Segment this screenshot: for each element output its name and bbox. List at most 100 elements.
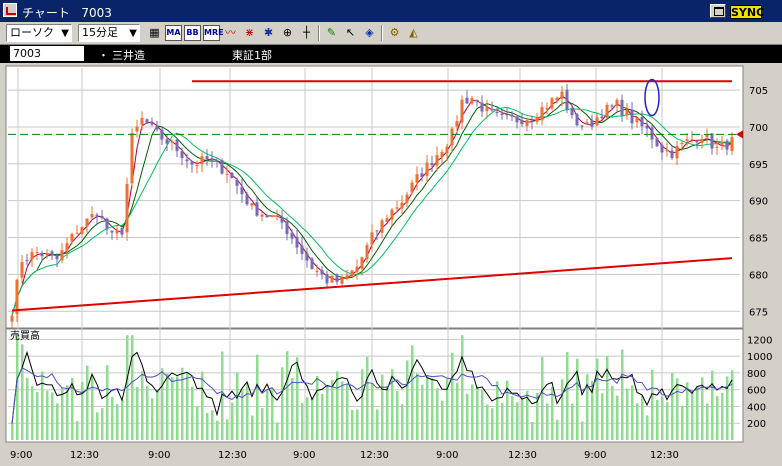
candle-body xyxy=(530,120,534,122)
candle-body xyxy=(415,174,419,183)
volume-bar xyxy=(491,408,494,440)
volume-bar xyxy=(671,373,674,440)
volume-tick-label: 200 xyxy=(747,419,766,430)
candle-body xyxy=(600,116,604,119)
volume-bar xyxy=(396,391,399,440)
candle-body xyxy=(470,97,474,104)
toolbar-separator xyxy=(318,25,320,41)
volume-bar xyxy=(46,390,49,440)
candle-body xyxy=(310,258,314,270)
volume-bar xyxy=(601,393,604,440)
candle-body xyxy=(130,133,134,184)
candle-body xyxy=(345,275,349,280)
triangle-tool-icon[interactable]: ◭ xyxy=(405,25,422,41)
cross-chart-icon[interactable]: ⋇ xyxy=(241,25,258,41)
x-tick-label: 12:30 xyxy=(70,450,99,461)
stock-name: 三井造 xyxy=(112,49,145,62)
candle-body xyxy=(610,105,614,107)
gear-icon[interactable]: ⚙ xyxy=(386,25,403,41)
volume-bar xyxy=(11,423,14,440)
candle-body xyxy=(170,141,174,143)
volume-bar xyxy=(546,403,549,440)
volume-bar xyxy=(696,386,699,440)
interval-value: 15分足 xyxy=(82,26,118,39)
volume-bar xyxy=(86,365,89,440)
candle-body xyxy=(685,139,689,141)
volume-bar xyxy=(316,375,319,440)
volume-bar xyxy=(291,377,294,440)
candle-body xyxy=(25,260,29,262)
volume-bar xyxy=(31,386,34,440)
volume-tick-label: 600 xyxy=(747,386,766,397)
line-chart-icon[interactable]: 〰 xyxy=(222,25,239,41)
candle-body xyxy=(435,155,439,166)
bb-indicator-button[interactable]: BB xyxy=(184,25,201,41)
x-tick-label: 9:00 xyxy=(10,450,32,461)
candle-body xyxy=(660,144,664,153)
volume-bar xyxy=(156,391,159,440)
volume-bar xyxy=(111,396,114,440)
candle-body xyxy=(35,251,39,253)
volume-bar xyxy=(606,356,609,440)
volume-bar xyxy=(376,409,379,440)
volume-bar xyxy=(61,387,64,440)
candle-body xyxy=(85,218,89,227)
ma-indicator-button[interactable]: MA xyxy=(165,25,182,41)
toolbar: ローソク ▼ 15分足 ▼ ▦ MA BB MRE 〰 ⋇ ✱ ⊕ ┼ ✎ ↖ ◈ ⚙ ◭ xyxy=(0,22,782,45)
candle-body xyxy=(215,160,219,162)
volume-bar xyxy=(456,382,459,440)
pencil-icon[interactable]: ✎ xyxy=(323,25,340,41)
candle-body xyxy=(240,186,244,195)
globe-icon[interactable]: ⊕ xyxy=(279,25,296,41)
candle-body xyxy=(30,252,34,260)
candle-body xyxy=(715,146,719,148)
volume-bar xyxy=(146,386,149,440)
y-tick-label: 700 xyxy=(749,123,768,134)
candle-body xyxy=(220,160,224,174)
cursor-icon[interactable]: ↖ xyxy=(342,25,359,41)
candle-body xyxy=(400,202,404,209)
chart-type-dropdown[interactable]: ローソク ▼ xyxy=(6,24,72,42)
candle-body xyxy=(670,150,674,159)
volume-bar xyxy=(356,409,359,440)
stock-code-input[interactable]: 7003 xyxy=(10,46,84,61)
mre-indicator-button[interactable]: MRE xyxy=(203,25,224,41)
restore-button[interactable] xyxy=(710,4,726,18)
candle-body xyxy=(635,117,639,123)
candle-body xyxy=(730,137,734,151)
volume-bar xyxy=(426,375,429,440)
chart-area[interactable]: 売買高 9:00 12:30 9:00 12:30 9:00 12:30 9:00 12:30… xyxy=(0,63,782,466)
candle-body xyxy=(475,99,479,102)
interval-dropdown[interactable]: 15分足 ▼ xyxy=(78,24,140,42)
volume-bar xyxy=(96,412,99,440)
volume-bar xyxy=(686,382,689,440)
volume-bar xyxy=(616,395,619,440)
candle-body xyxy=(405,194,409,203)
candle-body xyxy=(230,172,234,178)
candle-body xyxy=(155,126,159,130)
crosshair-icon[interactable]: ┼ xyxy=(298,25,315,41)
volume-bar xyxy=(611,385,614,440)
candle-body xyxy=(290,232,294,239)
eraser-icon[interactable]: ◈ xyxy=(361,25,378,41)
volume-bar xyxy=(26,377,29,440)
candle-body xyxy=(520,120,524,125)
candle-body xyxy=(465,97,469,104)
candle-body xyxy=(605,104,609,118)
chart-settings-icon[interactable]: ▦ xyxy=(146,25,163,41)
candle-body xyxy=(275,215,279,217)
sync-button[interactable]: SYNC xyxy=(730,5,764,19)
volume-bar xyxy=(471,384,474,440)
candle-body xyxy=(205,156,209,160)
volume-bar xyxy=(361,369,364,440)
candle-body xyxy=(305,253,309,261)
candle-body xyxy=(90,214,94,218)
volume-bar xyxy=(541,356,544,440)
volume-bar xyxy=(276,422,279,440)
candle-body xyxy=(650,127,654,140)
volume-bar xyxy=(101,408,104,440)
info-separator: ・ xyxy=(98,49,109,62)
volume-bar xyxy=(121,399,124,440)
star-icon[interactable]: ✱ xyxy=(260,25,277,41)
volume-bar xyxy=(171,377,174,440)
